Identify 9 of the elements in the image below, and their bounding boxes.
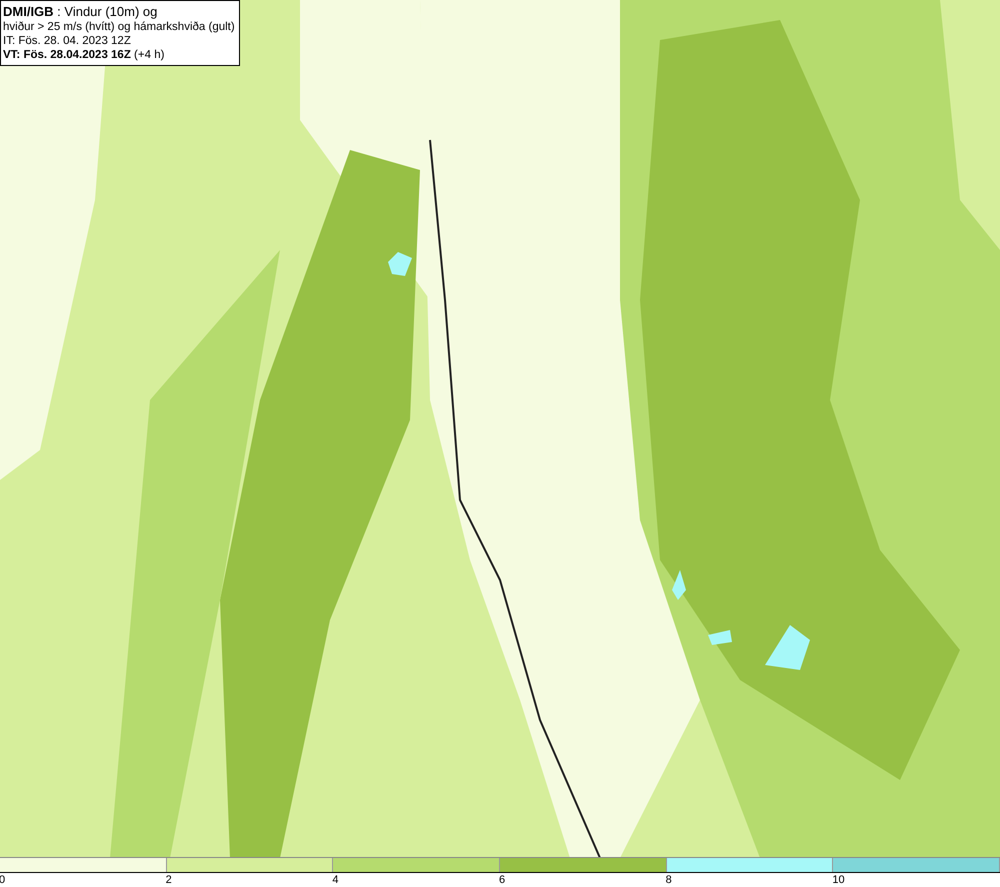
- colorbar-tick-label: 2: [166, 873, 172, 887]
- info-line: DMI/IGB : Vindur (10m) og: [3, 3, 158, 20]
- info-line: IT: Fös. 28. 04. 2023 12Z: [3, 34, 132, 48]
- colorbar-tick-label: 10: [832, 873, 845, 887]
- info-line: hviður > 25 m/s (hvítt) og hámarkshviða (gult): [3, 20, 235, 34]
- info-line: VT: Fös. 28.04.2023 16Z (+4 h): [3, 48, 166, 62]
- colorbar-tick-label: 4: [332, 873, 338, 887]
- colorbar-tick-label: 8: [666, 873, 672, 887]
- colorbar-tick-label: 6: [499, 873, 506, 887]
